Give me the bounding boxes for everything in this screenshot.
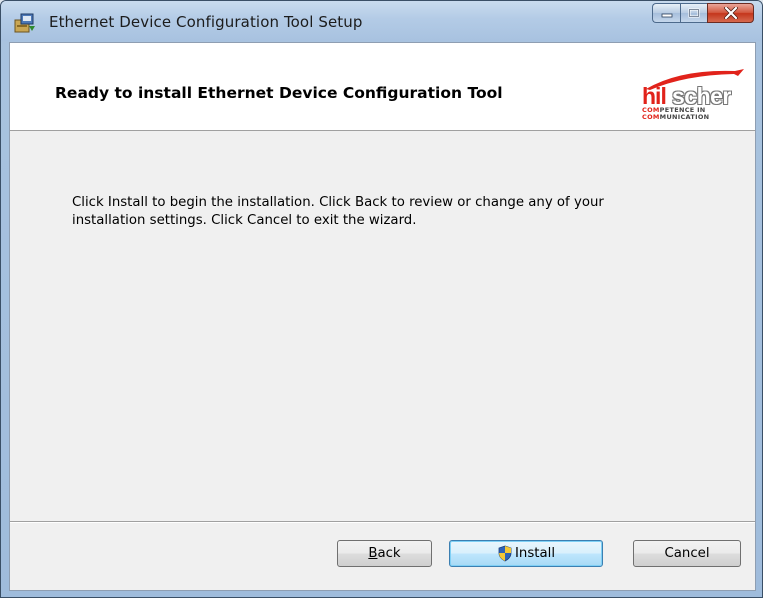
uac-shield-icon xyxy=(498,545,512,562)
message-line-2: installation settings. Click Cancel to e… xyxy=(72,213,417,228)
install-button[interactable]: Install xyxy=(449,540,603,567)
close-icon xyxy=(723,7,738,19)
logo-tagline: COMPETENCE IN COMMUNICATION xyxy=(642,107,750,121)
setup-window: Ethernet Device Configuration Tool Setup xyxy=(0,0,763,598)
page-title: Ready to install Ethernet Device Configu… xyxy=(55,84,503,102)
wizard-client-area: Ready to install Ethernet Device Configu… xyxy=(9,42,756,591)
button-separator xyxy=(10,521,755,523)
back-button[interactable]: Back xyxy=(337,540,432,567)
window-title: Ethernet Device Configuration Tool Setup xyxy=(49,13,363,31)
message-line-1: Click Install to begin the installation.… xyxy=(72,195,604,210)
back-accelerator: B xyxy=(368,546,378,561)
maximize-icon xyxy=(688,8,700,18)
wizard-banner: Ready to install Ethernet Device Configu… xyxy=(10,43,755,131)
maximize-button[interactable] xyxy=(680,3,707,23)
logo-tag-red-2: COM xyxy=(642,113,660,121)
caption-buttons xyxy=(652,3,754,24)
hilscher-logo: hil scher COMPETENCE IN COMMUNICATION xyxy=(640,67,751,123)
installer-package-icon xyxy=(14,13,35,33)
install-message: Click Install to begin the installation.… xyxy=(72,194,692,230)
cancel-button[interactable]: Cancel xyxy=(633,540,741,567)
cancel-label: Cancel xyxy=(664,546,710,561)
install-label: Install xyxy=(514,546,556,561)
logo-tag-rest-2: MUNICATION xyxy=(659,113,710,121)
back-label: ack xyxy=(377,546,401,561)
title-bar[interactable]: Ethernet Device Configuration Tool Setup xyxy=(1,1,762,41)
minimize-icon xyxy=(661,13,672,18)
minimize-button[interactable] xyxy=(652,3,680,23)
close-button[interactable] xyxy=(707,3,754,23)
